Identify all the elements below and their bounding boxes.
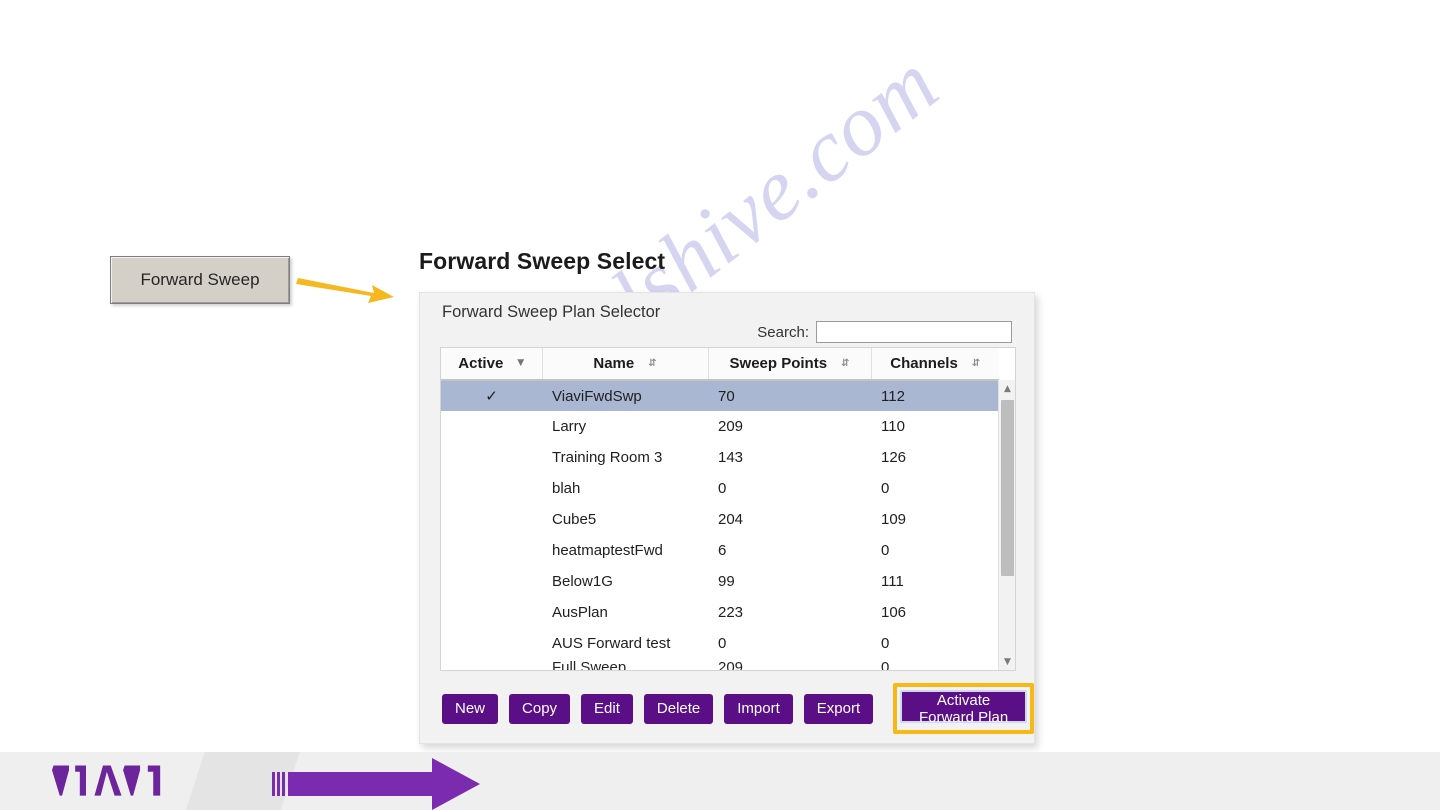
cell-name: blah <box>552 480 581 497</box>
table-body: ✓ ViaviFwdSwp 70 112 Larry 209 110 Training Roo… <box>441 380 999 671</box>
table-row[interactable]: AUS Forward test 0 0 <box>441 628 999 659</box>
table-row[interactable]: Cube5 204 109 <box>441 504 999 535</box>
cell-active <box>441 535 542 566</box>
caret-down-icon[interactable]: ▼ <box>517 359 524 368</box>
cell-active <box>441 597 542 628</box>
cell-name: Training Room 3 <box>552 449 663 466</box>
cell-sweep-points: 209 <box>718 659 744 671</box>
table-row[interactable]: Training Room 3 143 126 <box>441 442 999 473</box>
cell-active <box>441 659 542 670</box>
cell-sweep-points: 70 <box>708 380 871 411</box>
cell-sweep-points: 0 <box>718 635 727 652</box>
cell-name: Larry <box>552 418 587 435</box>
cell-active <box>441 566 542 597</box>
scroll-down-icon[interactable]: ▼ <box>999 653 1015 670</box>
search-row: Search: <box>757 321 1012 343</box>
sort-updown-icon[interactable]: ⇵ <box>841 358 849 369</box>
cell-channels: 0 <box>881 659 890 671</box>
sort-updown-icon[interactable]: ⇵ <box>972 358 980 369</box>
table-row[interactable]: ✓ ViaviFwdSwp 70 112 <box>441 380 999 411</box>
footer-bar <box>0 752 1440 810</box>
new-button[interactable]: New <box>442 693 499 724</box>
table-row[interactable]: Below1G 99 111 <box>441 566 999 597</box>
table-vertical-scrollbar[interactable]: ▲ ▼ <box>998 380 1015 670</box>
table-row[interactable]: Larry 209 110 <box>441 411 999 442</box>
activate-forward-plan-button[interactable]: Activate Forward Plan <box>900 690 1027 726</box>
action-button-bar: New Copy Edit Delete Import Export Activate Fo… <box>442 683 1034 734</box>
cell-name: ViaviFwdSwp <box>542 380 708 411</box>
column-header-name[interactable]: Name ⇵ <box>542 348 709 381</box>
cell-active: ✓ <box>441 380 542 411</box>
scrollbar-thumb[interactable] <box>1001 400 1014 576</box>
cell-name: Below1G <box>552 573 613 590</box>
cell-active <box>441 628 542 659</box>
delete-button[interactable]: Delete <box>643 693 714 724</box>
plan-table-container: Active ▼ Name ⇵ Sweep Points ⇵ Channels … <box>440 347 1016 671</box>
cell-sweep-points: 0 <box>718 480 727 497</box>
cell-channels: 109 <box>881 511 907 528</box>
cell-sweep-points: 204 <box>718 511 744 528</box>
cell-sweep-points: 143 <box>718 449 744 466</box>
column-header-channels-label: Channels <box>890 355 958 372</box>
column-header-name-label: Name <box>593 355 635 372</box>
cell-name: Cube5 <box>552 511 597 528</box>
panel-title: Forward Sweep Plan Selector <box>442 303 661 321</box>
cell-active <box>441 411 542 442</box>
arrow-right-icon <box>296 278 394 303</box>
cell-channels: 111 <box>881 573 904 590</box>
cell-channels: 0 <box>881 542 890 559</box>
cell-active <box>441 442 542 473</box>
cell-sweep-points: 223 <box>718 604 744 621</box>
column-header-sweep-points-label: Sweep Points <box>729 355 828 372</box>
activate-forward-plan-highlight: Activate Forward Plan <box>893 683 1034 734</box>
cell-channels: 0 <box>881 635 890 652</box>
sort-updown-icon[interactable]: ⇵ <box>648 358 656 369</box>
cell-channels: 106 <box>881 604 907 621</box>
cell-name: Full Sweep <box>552 659 627 671</box>
table-row[interactable]: AusPlan 223 106 <box>441 597 999 628</box>
import-button[interactable]: Import <box>724 693 793 724</box>
cell-active <box>441 504 542 535</box>
column-header-active[interactable]: Active ▼ <box>441 348 543 381</box>
forward-sweep-plan-selector-panel: Forward Sweep Plan Selector Search: Acti… <box>419 292 1035 744</box>
cell-channels: 126 <box>881 449 907 466</box>
cell-channels: 112 <box>871 380 999 411</box>
plan-table: Active ▼ Name ⇵ Sweep Points ⇵ Channels … <box>441 348 999 671</box>
cell-channels: 0 <box>881 480 890 497</box>
export-button[interactable]: Export <box>803 693 874 724</box>
scroll-up-icon[interactable]: ▲ <box>999 380 1015 397</box>
table-row[interactable]: heatmaptestFwd 6 0 <box>441 535 999 566</box>
cell-channels: 110 <box>881 418 905 435</box>
cell-sweep-points: 209 <box>718 418 744 435</box>
column-header-active-label: Active <box>458 355 504 372</box>
table-header-row: Active ▼ Name ⇵ Sweep Points ⇵ Channels … <box>441 348 999 381</box>
table-row[interactable]: Full Sweep 209 0 <box>441 659 999 671</box>
forward-sweep-button[interactable]: Forward Sweep <box>110 256 290 304</box>
cell-sweep-points: 99 <box>718 573 735 590</box>
edit-button[interactable]: Edit <box>581 693 633 724</box>
search-label: Search: <box>757 323 809 341</box>
table-row[interactable]: blah 0 0 <box>441 473 999 504</box>
copy-button[interactable]: Copy <box>509 693 571 724</box>
search-input[interactable] <box>816 321 1012 343</box>
cell-name: heatmaptestFwd <box>552 542 663 559</box>
cell-sweep-points: 6 <box>718 542 727 559</box>
column-header-sweep-points[interactable]: Sweep Points ⇵ <box>708 348 872 381</box>
page-title: Forward Sweep Select <box>419 248 666 274</box>
footer-arrow-icon <box>272 758 480 810</box>
cell-active <box>441 473 542 504</box>
cell-name: AusPlan <box>552 604 608 621</box>
cell-name: AUS Forward test <box>552 635 671 652</box>
viavi-logo <box>52 765 161 796</box>
forward-sweep-button-label: Forward Sweep <box>140 270 260 289</box>
column-header-channels[interactable]: Channels ⇵ <box>871 348 999 381</box>
